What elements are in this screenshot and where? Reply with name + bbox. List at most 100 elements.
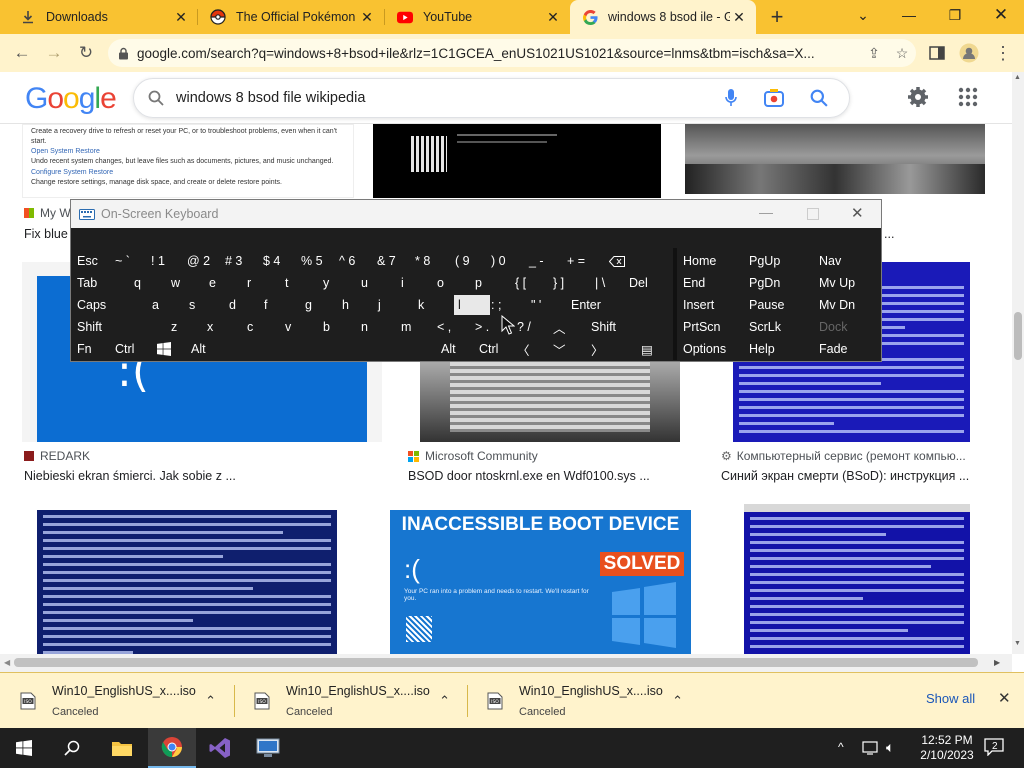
share-icon[interactable]: ⇪ — [860, 45, 888, 62]
close-tab-icon[interactable]: ✕ — [730, 8, 748, 26]
osk-key[interactable]: f — [264, 295, 267, 315]
osk-key[interactable]: < , — [437, 317, 451, 337]
scrollbar-thumb[interactable] — [1014, 312, 1022, 360]
osk-key[interactable]: Ctrl — [115, 339, 134, 359]
microphone-icon[interactable] — [711, 89, 751, 107]
osk-key[interactable]: j — [378, 295, 381, 315]
reload-icon[interactable]: ↻ — [71, 38, 101, 68]
chevron-up-icon[interactable]: ⌃ — [672, 693, 683, 709]
osk-key[interactable]: i — [401, 273, 404, 293]
osk-key[interactable]: Shift — [77, 317, 102, 337]
show-all-button[interactable]: Show all — [926, 691, 975, 706]
search-submit-icon[interactable] — [797, 89, 841, 107]
scroll-down-icon[interactable]: ▼ — [1014, 640, 1021, 647]
osk-nav-key[interactable]: Help — [749, 339, 775, 359]
osk-key[interactable]: Del — [629, 273, 648, 293]
osk-key[interactable]: y — [323, 273, 329, 293]
osk-key[interactable]: | \ — [595, 273, 605, 293]
windows-key-icon[interactable] — [157, 339, 171, 359]
osk-key[interactable]: @ 2 — [187, 251, 210, 271]
osk-key[interactable]: d — [229, 295, 236, 315]
osk-nav-key[interactable]: PrtScn — [683, 317, 721, 337]
osk-nav-key[interactable]: PgDn — [749, 273, 780, 293]
osk-key[interactable]: Enter — [571, 295, 601, 315]
tab-youtube[interactable]: YouTube ✕ — [385, 0, 570, 34]
tab-pokemon[interactable]: The Official Pokémon W ✕ — [198, 0, 384, 34]
chrome-icon[interactable] — [148, 728, 196, 768]
osk-key[interactable]: a — [152, 295, 159, 315]
result-source[interactable]: REDARK — [24, 449, 90, 463]
osk-nav-key[interactable]: Nav — [819, 251, 841, 271]
osk-nav-key[interactable]: Mv Up — [819, 273, 855, 293]
close-downloads-icon[interactable]: ✕ — [998, 689, 1011, 707]
osk-titlebar[interactable]: On-Screen Keyboard — ✕ — [71, 200, 881, 228]
result-title[interactable]: Синий экран смерти (BSoD): инструкция ..… — [721, 469, 969, 483]
osk-key[interactable]: ? / — [517, 317, 531, 337]
osk-key[interactable]: Fn — [77, 339, 92, 359]
osk-key[interactable]: Caps — [77, 295, 106, 315]
file-explorer-icon[interactable] — [98, 728, 146, 768]
result-image-bsod-qr[interactable] — [373, 124, 661, 198]
osk-key[interactable]: l — [454, 295, 490, 315]
osk-key[interactable]: ! 1 — [151, 251, 165, 271]
visual-studio-icon[interactable] — [196, 728, 244, 768]
result-image-ntoskrnl[interactable] — [420, 362, 680, 442]
scrollbar-thumb[interactable] — [14, 658, 978, 667]
osk-key[interactable]: } ] — [553, 273, 564, 293]
close-tab-icon[interactable]: ✕ — [358, 8, 376, 26]
osk-key[interactable]: : ; — [491, 295, 501, 315]
result-source[interactable]: Microsoft Community — [408, 449, 538, 463]
download-item[interactable]: ISO Win10_EnglishUS_x....iso Canceled ⌃ — [0, 673, 232, 729]
osk-key[interactable]: Alt — [441, 339, 456, 359]
scroll-right-icon[interactable]: ▶ — [994, 658, 1000, 667]
tab-google-active[interactable]: windows 8 bsod ile - G ✕ — [570, 0, 756, 34]
profile-avatar-icon[interactable] — [954, 38, 984, 68]
result-image-inaccessible-boot[interactable]: INACCESSIBLE BOOT DEVICE SOLVED :( Your … — [390, 510, 691, 654]
osk-key[interactable]: # 3 — [225, 251, 242, 271]
search-box[interactable]: windows 8 bsod file wikipedia — [133, 78, 850, 118]
result-image-bsod-window[interactable] — [744, 504, 970, 654]
osk-key[interactable]: Alt — [191, 339, 206, 359]
sidebar-icon[interactable] — [922, 38, 952, 68]
scroll-up-icon[interactable]: ▲ — [1014, 74, 1021, 81]
osk-key[interactable]: > . — [475, 317, 489, 337]
osk-nav-key[interactable]: Fade — [819, 339, 848, 359]
new-tab-button[interactable]: + — [764, 4, 790, 29]
osk-key[interactable]: s — [189, 295, 195, 315]
result-source[interactable]: My W — [24, 206, 71, 220]
restore-icon[interactable]: ❐ — [932, 0, 978, 30]
chevron-up-icon[interactable]: ⌃ — [205, 693, 216, 709]
osk-close-icon[interactable]: ✕ — [851, 204, 864, 222]
osk-nav-key[interactable]: Pause — [749, 295, 784, 315]
osk-key[interactable]: % 5 — [301, 251, 323, 271]
osk-key[interactable]: p — [475, 273, 482, 293]
osk-key[interactable]: g — [305, 295, 312, 315]
result-image-system-recovery[interactable]: Create a recovery drive to refresh or re… — [22, 124, 354, 198]
search-icon[interactable] — [48, 728, 96, 768]
download-item[interactable]: ISO Win10_EnglishUS_x....iso Canceled ⌃ — [467, 673, 699, 729]
osk-key[interactable]: n — [361, 317, 368, 337]
arrow-left-icon[interactable]: 〈 — [517, 339, 530, 359]
osk-key[interactable]: & 7 — [377, 251, 396, 271]
result-title[interactable]: ... — [884, 227, 894, 241]
back-icon[interactable]: ← — [7, 38, 37, 68]
osk-key[interactable]: _ - — [529, 251, 544, 271]
network-icon[interactable] — [862, 740, 880, 761]
arrow-up-icon[interactable]: ︿ — [553, 317, 566, 337]
minimize-icon[interactable]: — — [886, 0, 932, 30]
result-source[interactable]: ⚙ Компьютерный сервис (ремонт компью... — [721, 449, 966, 463]
close-tab-icon[interactable]: ✕ — [172, 8, 190, 26]
tab-search-icon[interactable]: ⌄ — [840, 0, 886, 30]
arrow-right-icon[interactable]: 〉 — [591, 339, 604, 359]
result-title[interactable]: Niebieski ekran śmierci. Jak sobie z ... — [24, 469, 236, 483]
google-logo[interactable]: Google — [25, 82, 117, 116]
osk-key[interactable]: u — [361, 273, 368, 293]
osk-nav-key[interactable]: Home — [683, 251, 716, 271]
notification-center-icon[interactable]: 2 — [984, 738, 1006, 758]
osk-key[interactable]: Ctrl — [479, 339, 498, 359]
osk-nav-key[interactable]: Options — [683, 339, 726, 359]
osk-key[interactable]: b — [323, 317, 330, 337]
menu-key-icon[interactable]: ▤ — [641, 339, 653, 359]
result-image-powershell-doc[interactable] — [22, 504, 352, 654]
start-windows-icon[interactable] — [0, 728, 48, 768]
